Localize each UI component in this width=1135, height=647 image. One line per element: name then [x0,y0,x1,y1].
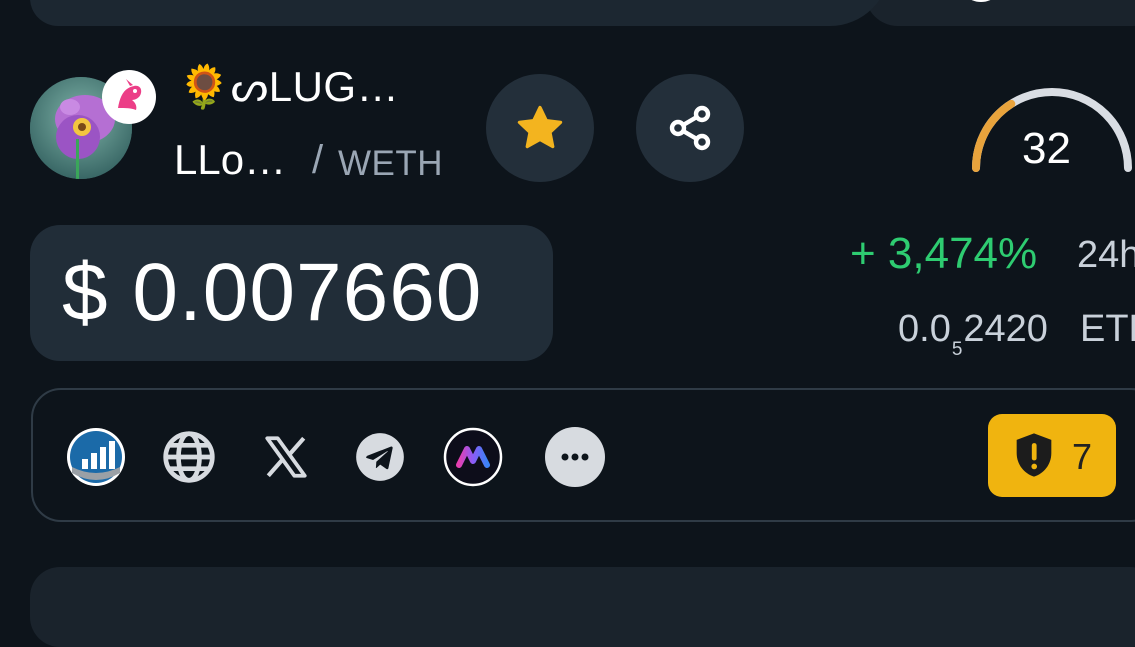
eth-price: 0.052420 [898,308,1048,360]
telegram-button[interactable] [350,427,410,487]
moralis-button[interactable] [443,427,503,487]
token-name: LLo… [174,136,287,183]
star-icon [517,105,563,149]
score-value: 32 [1022,124,1071,173]
eth-price-prefix: 0.0 [898,308,951,350]
token-symbol: 🌻ᔕLUG… [178,63,400,110]
share-button[interactable] [636,74,744,182]
globe-icon [163,431,215,483]
more-links-button[interactable] [545,427,605,487]
favorite-button[interactable] [486,74,594,182]
eth-price-digits: 2420 [963,308,1048,350]
website-button[interactable] [159,427,219,487]
share-icon [669,105,711,151]
price-change: + 3,474% [850,229,1038,278]
moralis-icon [443,427,503,487]
pair-separator: / [312,138,324,182]
security-warnings-button[interactable] [988,414,1116,497]
x-icon [265,436,307,478]
top-right-pill[interactable] [865,0,1135,26]
dextools-chart-icon [67,428,125,486]
x-twitter-button[interactable] [256,427,316,487]
eth-unit: ETH [1080,308,1135,350]
pair-quote-token: WETH [338,144,444,183]
uniswap-unicorn-icon [102,70,156,124]
shield-alert-icon [1016,433,1052,477]
eth-price-zero-count: 5 [951,339,963,360]
bottom-card [30,567,1135,647]
change-period: 24h [1077,234,1135,276]
dextools-chart-button[interactable] [66,427,126,487]
top-search-bar[interactable] [30,0,890,26]
more-icon [545,427,605,487]
security-warning-count: 7 [1072,436,1093,477]
telegram-icon [356,433,404,481]
score-gauge-fill [972,99,1016,172]
usd-price: $ 0.007660 [62,247,483,338]
